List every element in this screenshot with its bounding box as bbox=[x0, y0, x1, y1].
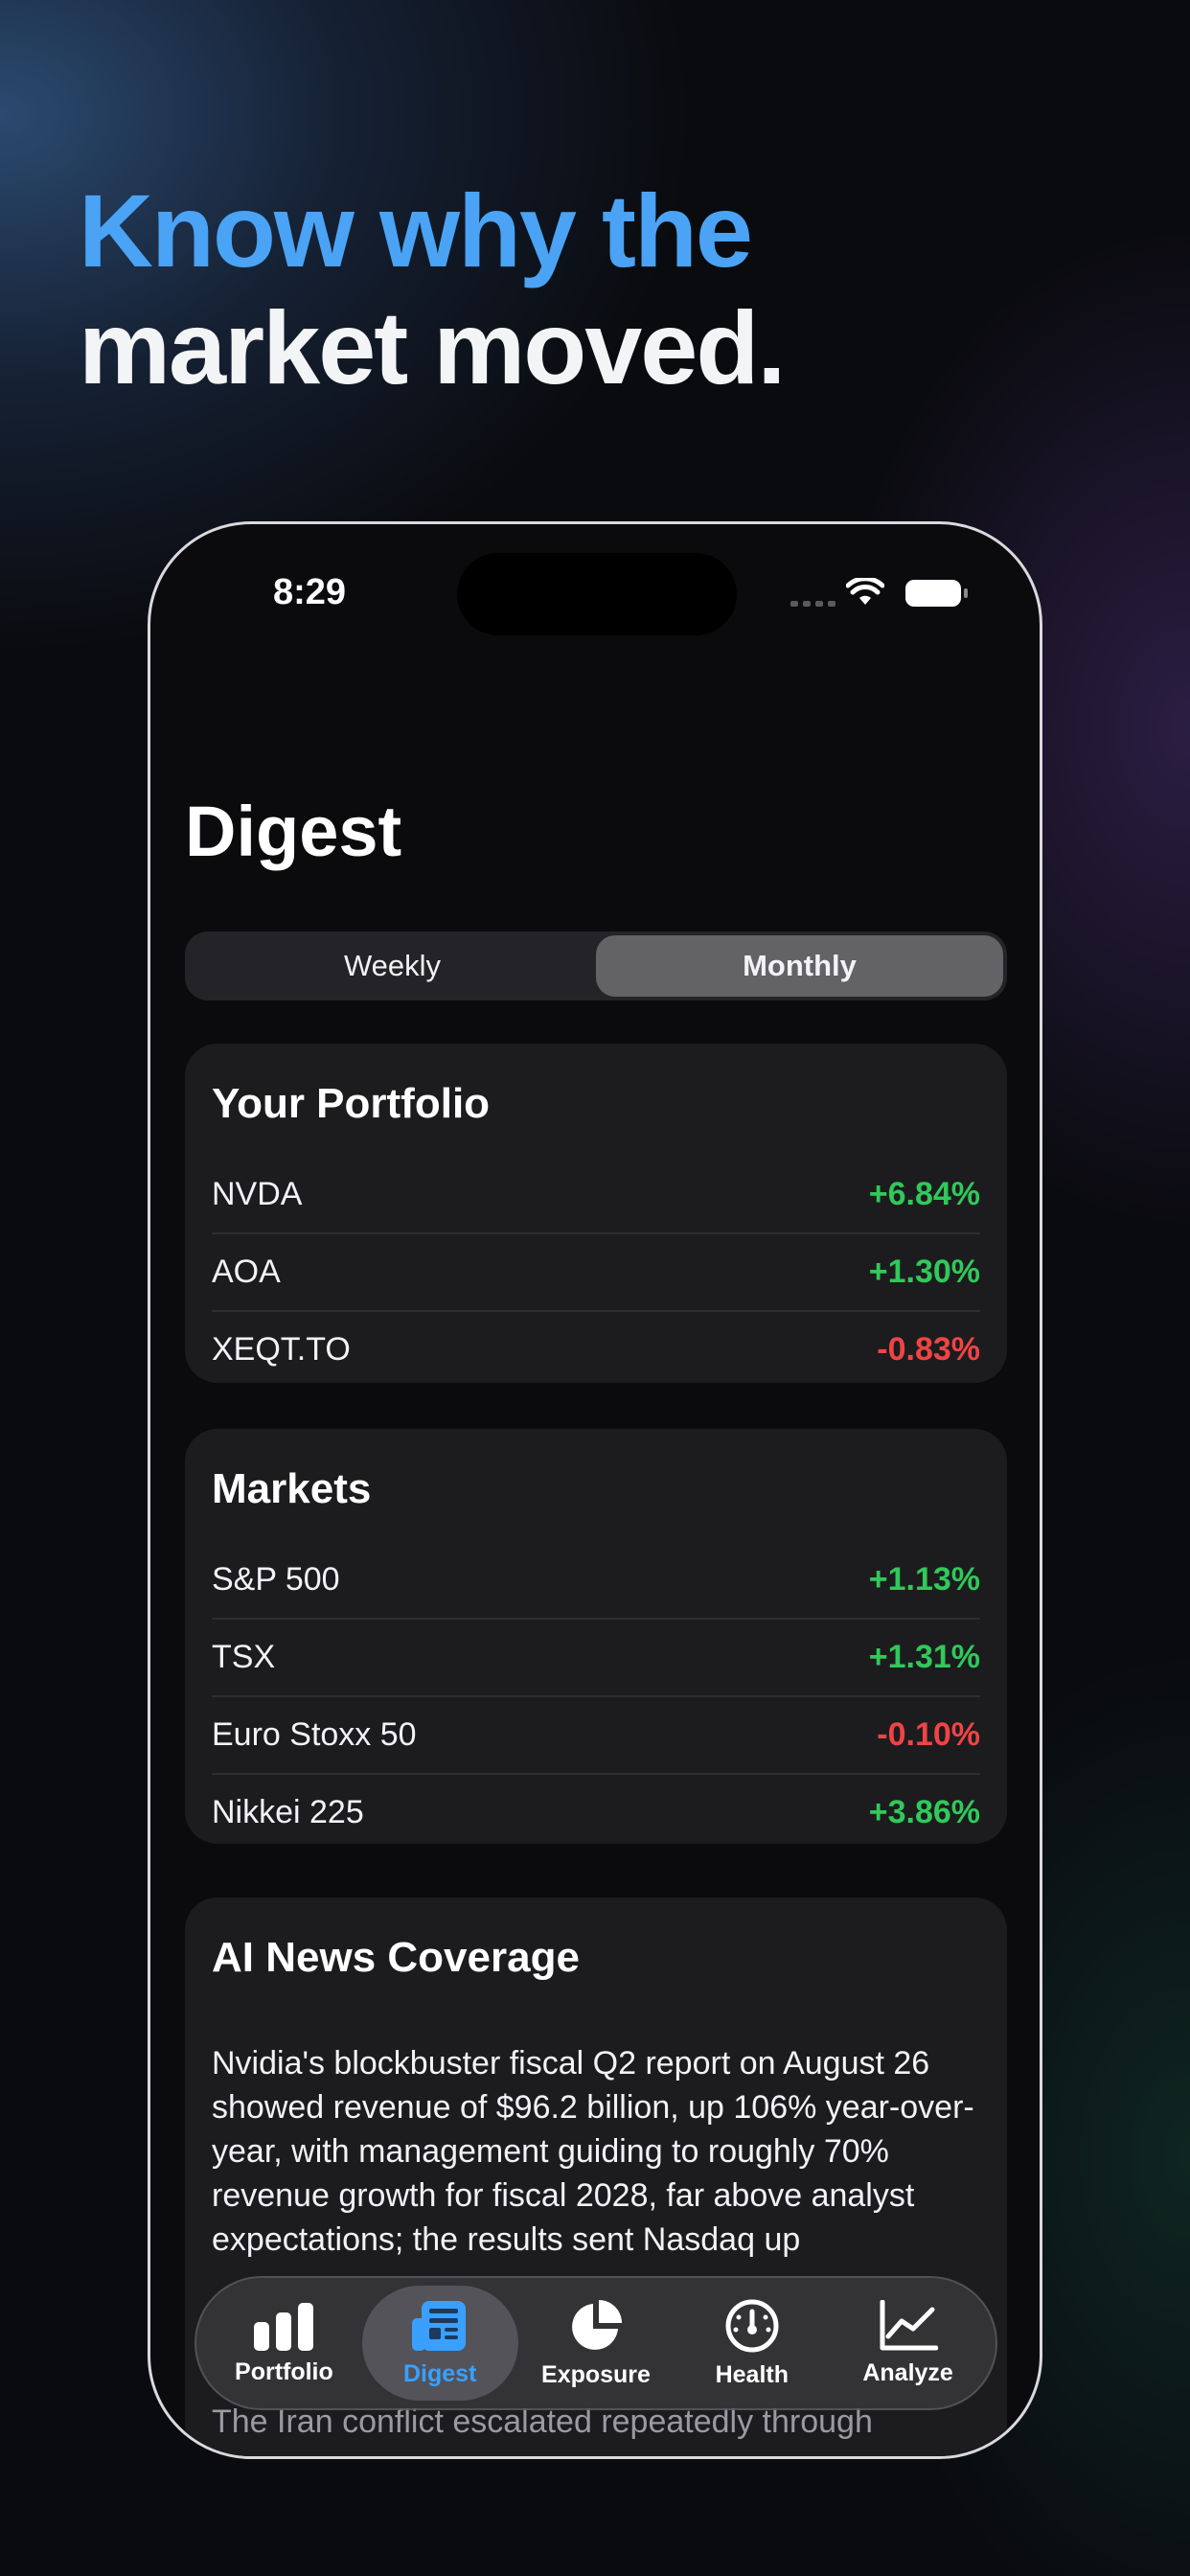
portfolio-row-aoa[interactable]: AOA +1.30% bbox=[212, 1232, 980, 1310]
portfolio-card[interactable]: Your Portfolio NVDA +6.84% AOA +1.30% XE… bbox=[185, 1044, 1007, 1383]
period-segmented-control[interactable]: Weekly Monthly bbox=[185, 932, 1007, 1000]
wifi-icon bbox=[846, 578, 884, 605]
tab-digest[interactable]: Digest bbox=[361, 2286, 518, 2401]
ticker-change: -0.83% bbox=[877, 1331, 980, 1368]
tab-label: Portfolio bbox=[235, 2358, 333, 2385]
tab-portfolio[interactable]: Portfolio bbox=[206, 2286, 362, 2401]
market-row-eurostoxx[interactable]: Euro Stoxx 50 -0.10% bbox=[212, 1695, 980, 1773]
segment-monthly[interactable]: Monthly bbox=[596, 935, 1003, 997]
battery-icon bbox=[905, 580, 968, 607]
tab-label: Exposure bbox=[541, 2360, 651, 2388]
dynamic-island bbox=[457, 553, 737, 635]
tab-label: Analyze bbox=[862, 2358, 953, 2386]
tab-analyze[interactable]: Analyze bbox=[830, 2286, 986, 2401]
marketing-headline: Know why the market moved. bbox=[79, 172, 786, 406]
phone-frame: 8:29 Digest Weekly Monthly Your Portfoli… bbox=[148, 521, 1042, 2459]
market-row-nikkei[interactable]: Nikkei 225 +3.86% bbox=[212, 1773, 980, 1851]
index-name: TSX bbox=[212, 1639, 276, 1675]
markets-card[interactable]: Markets S&P 500 +1.13% TSX +1.31% Euro S… bbox=[185, 1429, 1007, 1844]
portfolio-row-nvda[interactable]: NVDA +6.84% bbox=[212, 1157, 980, 1232]
pie-chart-icon bbox=[572, 2299, 622, 2350]
index-name: Euro Stoxx 50 bbox=[212, 1716, 417, 1753]
status-time: 8:29 bbox=[273, 572, 347, 612]
tab-exposure[interactable]: Exposure bbox=[518, 2286, 675, 2401]
bar-chart-icon bbox=[254, 2302, 314, 2351]
tab-label: Digest bbox=[402, 2359, 477, 2387]
market-row-tsx[interactable]: TSX +1.31% bbox=[212, 1618, 980, 1695]
tab-bar: Portfolio Digest Exposure Health Analyze bbox=[195, 2276, 997, 2410]
market-row-sp500[interactable]: S&P 500 +1.13% bbox=[212, 1542, 980, 1618]
headline-line-1: Know why the bbox=[79, 172, 753, 288]
markets-card-title: Markets bbox=[212, 1465, 372, 1512]
index-change: +3.86% bbox=[868, 1794, 980, 1830]
tab-label: Health bbox=[715, 2360, 789, 2388]
cellular-signal-icon bbox=[790, 601, 835, 607]
ticker-name: NVDA bbox=[212, 1176, 303, 1212]
portfolio-row-xeqt[interactable]: XEQT.TO -0.83% bbox=[212, 1310, 980, 1388]
ticker-name: AOA bbox=[212, 1254, 281, 1290]
segment-weekly[interactable]: Weekly bbox=[189, 935, 596, 997]
ticker-change: +1.30% bbox=[868, 1254, 980, 1290]
index-change: +1.13% bbox=[868, 1561, 980, 1598]
ticker-name: XEQT.TO bbox=[212, 1331, 351, 1368]
news-body: Nvidia's blockbuster fiscal Q2 report on… bbox=[212, 2045, 974, 2258]
headline-line-2: market moved. bbox=[79, 289, 786, 405]
tab-health[interactable]: Health bbox=[674, 2286, 830, 2401]
news-card-title: AI News Coverage bbox=[212, 1934, 580, 1981]
gauge-icon bbox=[725, 2299, 779, 2352]
page-title: Digest bbox=[185, 792, 402, 871]
index-name: S&P 500 bbox=[212, 1561, 340, 1598]
line-chart-icon bbox=[880, 2299, 938, 2350]
ticker-change: +6.84% bbox=[868, 1176, 980, 1212]
index-change: -0.10% bbox=[877, 1716, 980, 1753]
index-change: +1.31% bbox=[868, 1639, 980, 1675]
index-name: Nikkei 225 bbox=[212, 1794, 364, 1830]
portfolio-card-title: Your Portfolio bbox=[212, 1080, 491, 1127]
newspaper-icon bbox=[412, 2300, 467, 2351]
